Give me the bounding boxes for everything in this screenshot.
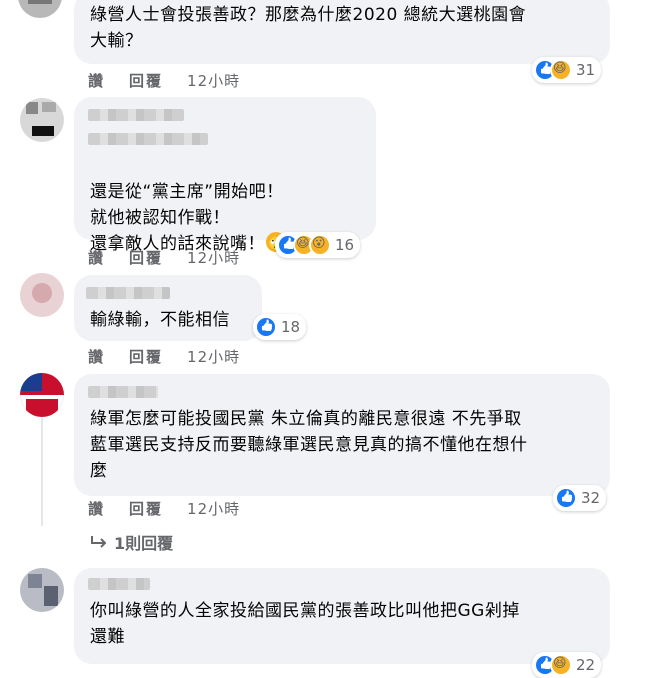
commenter-name-blurred <box>88 133 208 145</box>
timestamp[interactable]: 12小時 <box>187 346 240 367</box>
commenter-name-blurred[interactable] <box>88 386 158 398</box>
like-link[interactable]: 讚 <box>88 346 105 367</box>
wow-reaction-icon <box>309 234 331 256</box>
haha-reaction-icon <box>550 654 572 676</box>
comment-actions: 讚 回覆 12小時 <box>88 498 240 519</box>
comment-bubble: 還是從“黨主席”開始吧！ 就他被認知作戰！ 還拿敵人的話來說嘴！ <box>74 97 376 257</box>
reply-arrow-icon <box>91 536 107 548</box>
reply-link[interactable]: 回覆 <box>129 70 163 91</box>
avatar[interactable] <box>20 98 64 142</box>
reply-link[interactable]: 回覆 <box>129 247 163 268</box>
commenter-name-blurred[interactable] <box>88 578 150 590</box>
avatar[interactable] <box>20 568 64 612</box>
avatar[interactable] <box>20 273 64 317</box>
comment-text: 綠軍怎麼可能投國民黨 朱立倫真的離民意很遠 不先爭取 藍軍選民支持反而要聽綠軍選… <box>90 409 528 481</box>
comment-text: 綠營人士會投張善政？那麼為什麼2020 總統大選桃園會 大輸？ <box>90 5 527 51</box>
comment-text: 你叫綠營的人全家投給國民黨的張善政比叫他把GG剁掉 還難 <box>90 601 520 647</box>
comment-bubble: 你叫綠營的人全家投給國民黨的張善政比叫他把GG剁掉 還難 <box>74 568 610 664</box>
avatar[interactable] <box>20 373 64 417</box>
reaction-summary[interactable]: 16 <box>275 232 361 258</box>
reaction-summary[interactable]: 32 <box>553 485 607 511</box>
reaction-count: 18 <box>281 318 301 336</box>
reaction-count: 31 <box>576 61 596 79</box>
reaction-count: 16 <box>335 236 355 254</box>
reaction-summary[interactable]: 31 <box>532 57 602 83</box>
reaction-summary[interactable]: 18 <box>253 314 307 340</box>
thread-line <box>41 418 43 526</box>
view-replies-link[interactable]: 1則回覆 <box>90 530 173 554</box>
comment-bubble: 綠營人士會投張善政？那麼為什麼2020 總統大選桃園會 大輸？ <box>74 0 610 64</box>
comment-actions: 讚 回覆 12小時 <box>88 247 240 268</box>
view-replies-label: 1則回覆 <box>114 534 174 553</box>
reply-link[interactable]: 回覆 <box>129 498 163 519</box>
comment-bubble: 綠軍怎麼可能投國民黨 朱立倫真的離民意很遠 不先爭取 藍軍選民支持反而要聽綠軍選… <box>74 374 610 496</box>
reaction-summary[interactable]: 22 <box>532 652 602 678</box>
like-link[interactable]: 讚 <box>88 70 105 91</box>
commenter-name-blurred[interactable] <box>88 109 184 121</box>
comment-text: 輸綠輸，不能相信 <box>90 310 230 330</box>
like-link[interactable]: 讚 <box>88 498 105 519</box>
comment-bubble: 輸綠輸，不能相信 <box>74 275 262 341</box>
comment-actions: 讚 回覆 12小時 <box>88 346 240 367</box>
haha-reaction-icon <box>550 59 572 81</box>
avatar[interactable] <box>18 0 62 18</box>
timestamp[interactable]: 12小時 <box>187 498 240 519</box>
timestamp[interactable]: 12小時 <box>187 247 240 268</box>
reaction-count: 22 <box>576 656 596 674</box>
like-link[interactable]: 讚 <box>88 247 105 268</box>
reaction-count: 32 <box>581 489 601 507</box>
commenter-name-blurred[interactable] <box>86 287 170 299</box>
like-reaction-icon <box>555 487 577 509</box>
reply-link[interactable]: 回覆 <box>129 346 163 367</box>
comment-actions: 讚 回覆 12小時 <box>88 70 240 91</box>
like-reaction-icon <box>255 316 277 338</box>
timestamp[interactable]: 12小時 <box>187 70 240 91</box>
comment-text-body: 還是從“黨主席”開始吧！ 就他被認知作戰！ 還拿敵人的話來說嘴！ <box>90 182 284 254</box>
